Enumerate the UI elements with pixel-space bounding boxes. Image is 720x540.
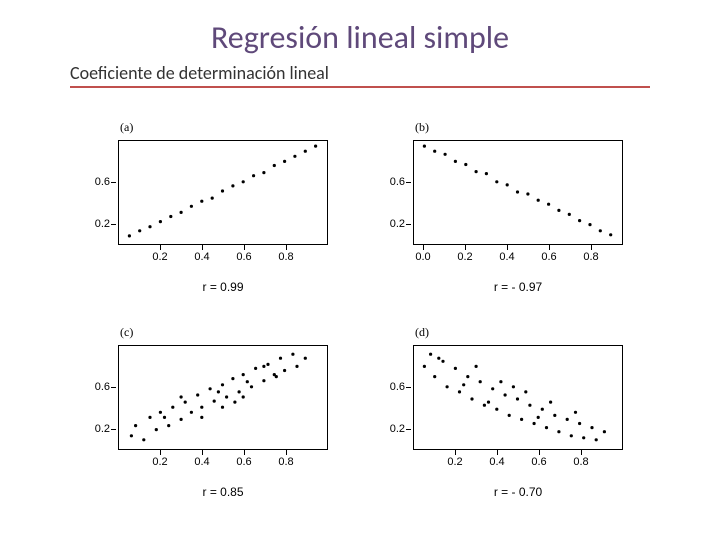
- x-tick-mark: [244, 245, 245, 250]
- panel-d: (d) 0.2 0.6 0.2 0.4 0.6 0.8 r = - 0.70: [375, 325, 630, 520]
- panel-c-r-label: r = 0.85: [118, 485, 328, 499]
- x-tick-mark: [160, 245, 161, 250]
- x-tick-mark: [507, 245, 508, 250]
- panel-d-r-label: r = - 0.70: [413, 485, 623, 499]
- panel-a-r-label: r = 0.99: [118, 280, 328, 294]
- x-tick-label: 0.8: [573, 456, 588, 468]
- panel-b-label: (b): [415, 120, 429, 135]
- x-tick-mark: [286, 450, 287, 455]
- y-tick-label: 0.2: [95, 218, 110, 230]
- x-tick-mark: [591, 245, 592, 250]
- panel-c-plot: [118, 345, 328, 450]
- x-tick-label: 0.6: [236, 251, 251, 263]
- panel-c-y-ticks: 0.2 0.6: [80, 345, 116, 450]
- x-tick-label: 0.4: [194, 251, 209, 263]
- panel-b: (b) 0.2 0.6 0.0 0.2 0.4 0.6 0.8 r = - 0.…: [375, 120, 630, 315]
- y-tick-label: 0.6: [95, 176, 110, 188]
- y-tick-mark: [406, 224, 411, 225]
- y-tick-label: 0.2: [390, 423, 405, 435]
- panel-d-x-ticks: 0.2 0.4 0.6 0.8: [413, 450, 623, 470]
- x-tick-mark: [160, 450, 161, 455]
- page-title: Regresión lineal simple: [0, 18, 720, 57]
- x-tick-mark: [455, 450, 456, 455]
- x-tick-label: 0.4: [499, 251, 514, 263]
- x-tick-label: 0.6: [236, 456, 251, 468]
- x-tick-label: 0.4: [489, 456, 504, 468]
- x-tick-mark: [423, 245, 424, 250]
- y-tick-label: 0.6: [390, 381, 405, 393]
- x-tick-label: 0.8: [278, 251, 293, 263]
- panel-b-r-label: r = - 0.97: [413, 280, 623, 294]
- y-tick-mark: [406, 182, 411, 183]
- panel-a: (a) 0.2 0.6 0.2 0.4 0.6 0.8 r = 0.99: [80, 120, 335, 315]
- panel-a-y-ticks: 0.2 0.6: [80, 140, 116, 245]
- y-tick-mark: [406, 387, 411, 388]
- x-tick-mark: [549, 245, 550, 250]
- y-tick-mark: [111, 224, 116, 225]
- panel-a-plot: [118, 140, 328, 245]
- panel-c: (c) 0.2 0.6 0.2 0.4 0.6 0.8 r = 0.85: [80, 325, 335, 520]
- x-tick-mark: [286, 245, 287, 250]
- x-tick-label: 0.2: [447, 456, 462, 468]
- y-tick-label: 0.2: [390, 218, 405, 230]
- x-tick-label: 0.2: [152, 456, 167, 468]
- y-tick-mark: [111, 429, 116, 430]
- y-tick-mark: [111, 182, 116, 183]
- x-tick-label: 0.2: [152, 251, 167, 263]
- y-tick-label: 0.2: [95, 423, 110, 435]
- panel-d-label: (d): [415, 325, 429, 340]
- x-tick-label: 0.6: [531, 456, 546, 468]
- x-tick-label: 0.6: [541, 251, 556, 263]
- x-tick-label: 0.8: [583, 251, 598, 263]
- chart-grid: (a) 0.2 0.6 0.2 0.4 0.6 0.8 r = 0.99 (b)…: [80, 120, 640, 520]
- x-tick-mark: [202, 245, 203, 250]
- panel-a-x-ticks: 0.2 0.4 0.6 0.8: [118, 245, 328, 265]
- x-tick-label: 0.4: [194, 456, 209, 468]
- x-tick-mark: [581, 450, 582, 455]
- panel-c-x-ticks: 0.2 0.4 0.6 0.8: [118, 450, 328, 470]
- x-tick-label: 0.0: [415, 251, 430, 263]
- x-tick-mark: [465, 245, 466, 250]
- page-subtitle: Coeficiente de determinación lineal: [70, 62, 329, 84]
- x-tick-label: 0.8: [278, 456, 293, 468]
- x-tick-label: 0.2: [457, 251, 472, 263]
- panel-d-plot: [413, 345, 623, 450]
- subtitle-underline: [70, 86, 650, 88]
- y-tick-label: 0.6: [95, 381, 110, 393]
- panel-c-label: (c): [120, 325, 133, 340]
- x-tick-mark: [244, 450, 245, 455]
- y-tick-label: 0.6: [390, 176, 405, 188]
- panel-b-plot: [413, 140, 623, 245]
- panel-b-y-ticks: 0.2 0.6: [375, 140, 411, 245]
- x-tick-mark: [539, 450, 540, 455]
- panel-d-y-ticks: 0.2 0.6: [375, 345, 411, 450]
- y-tick-mark: [406, 429, 411, 430]
- panel-b-x-ticks: 0.0 0.2 0.4 0.6 0.8: [413, 245, 623, 265]
- x-tick-mark: [497, 450, 498, 455]
- x-tick-mark: [202, 450, 203, 455]
- panel-a-label: (a): [120, 120, 133, 135]
- y-tick-mark: [111, 387, 116, 388]
